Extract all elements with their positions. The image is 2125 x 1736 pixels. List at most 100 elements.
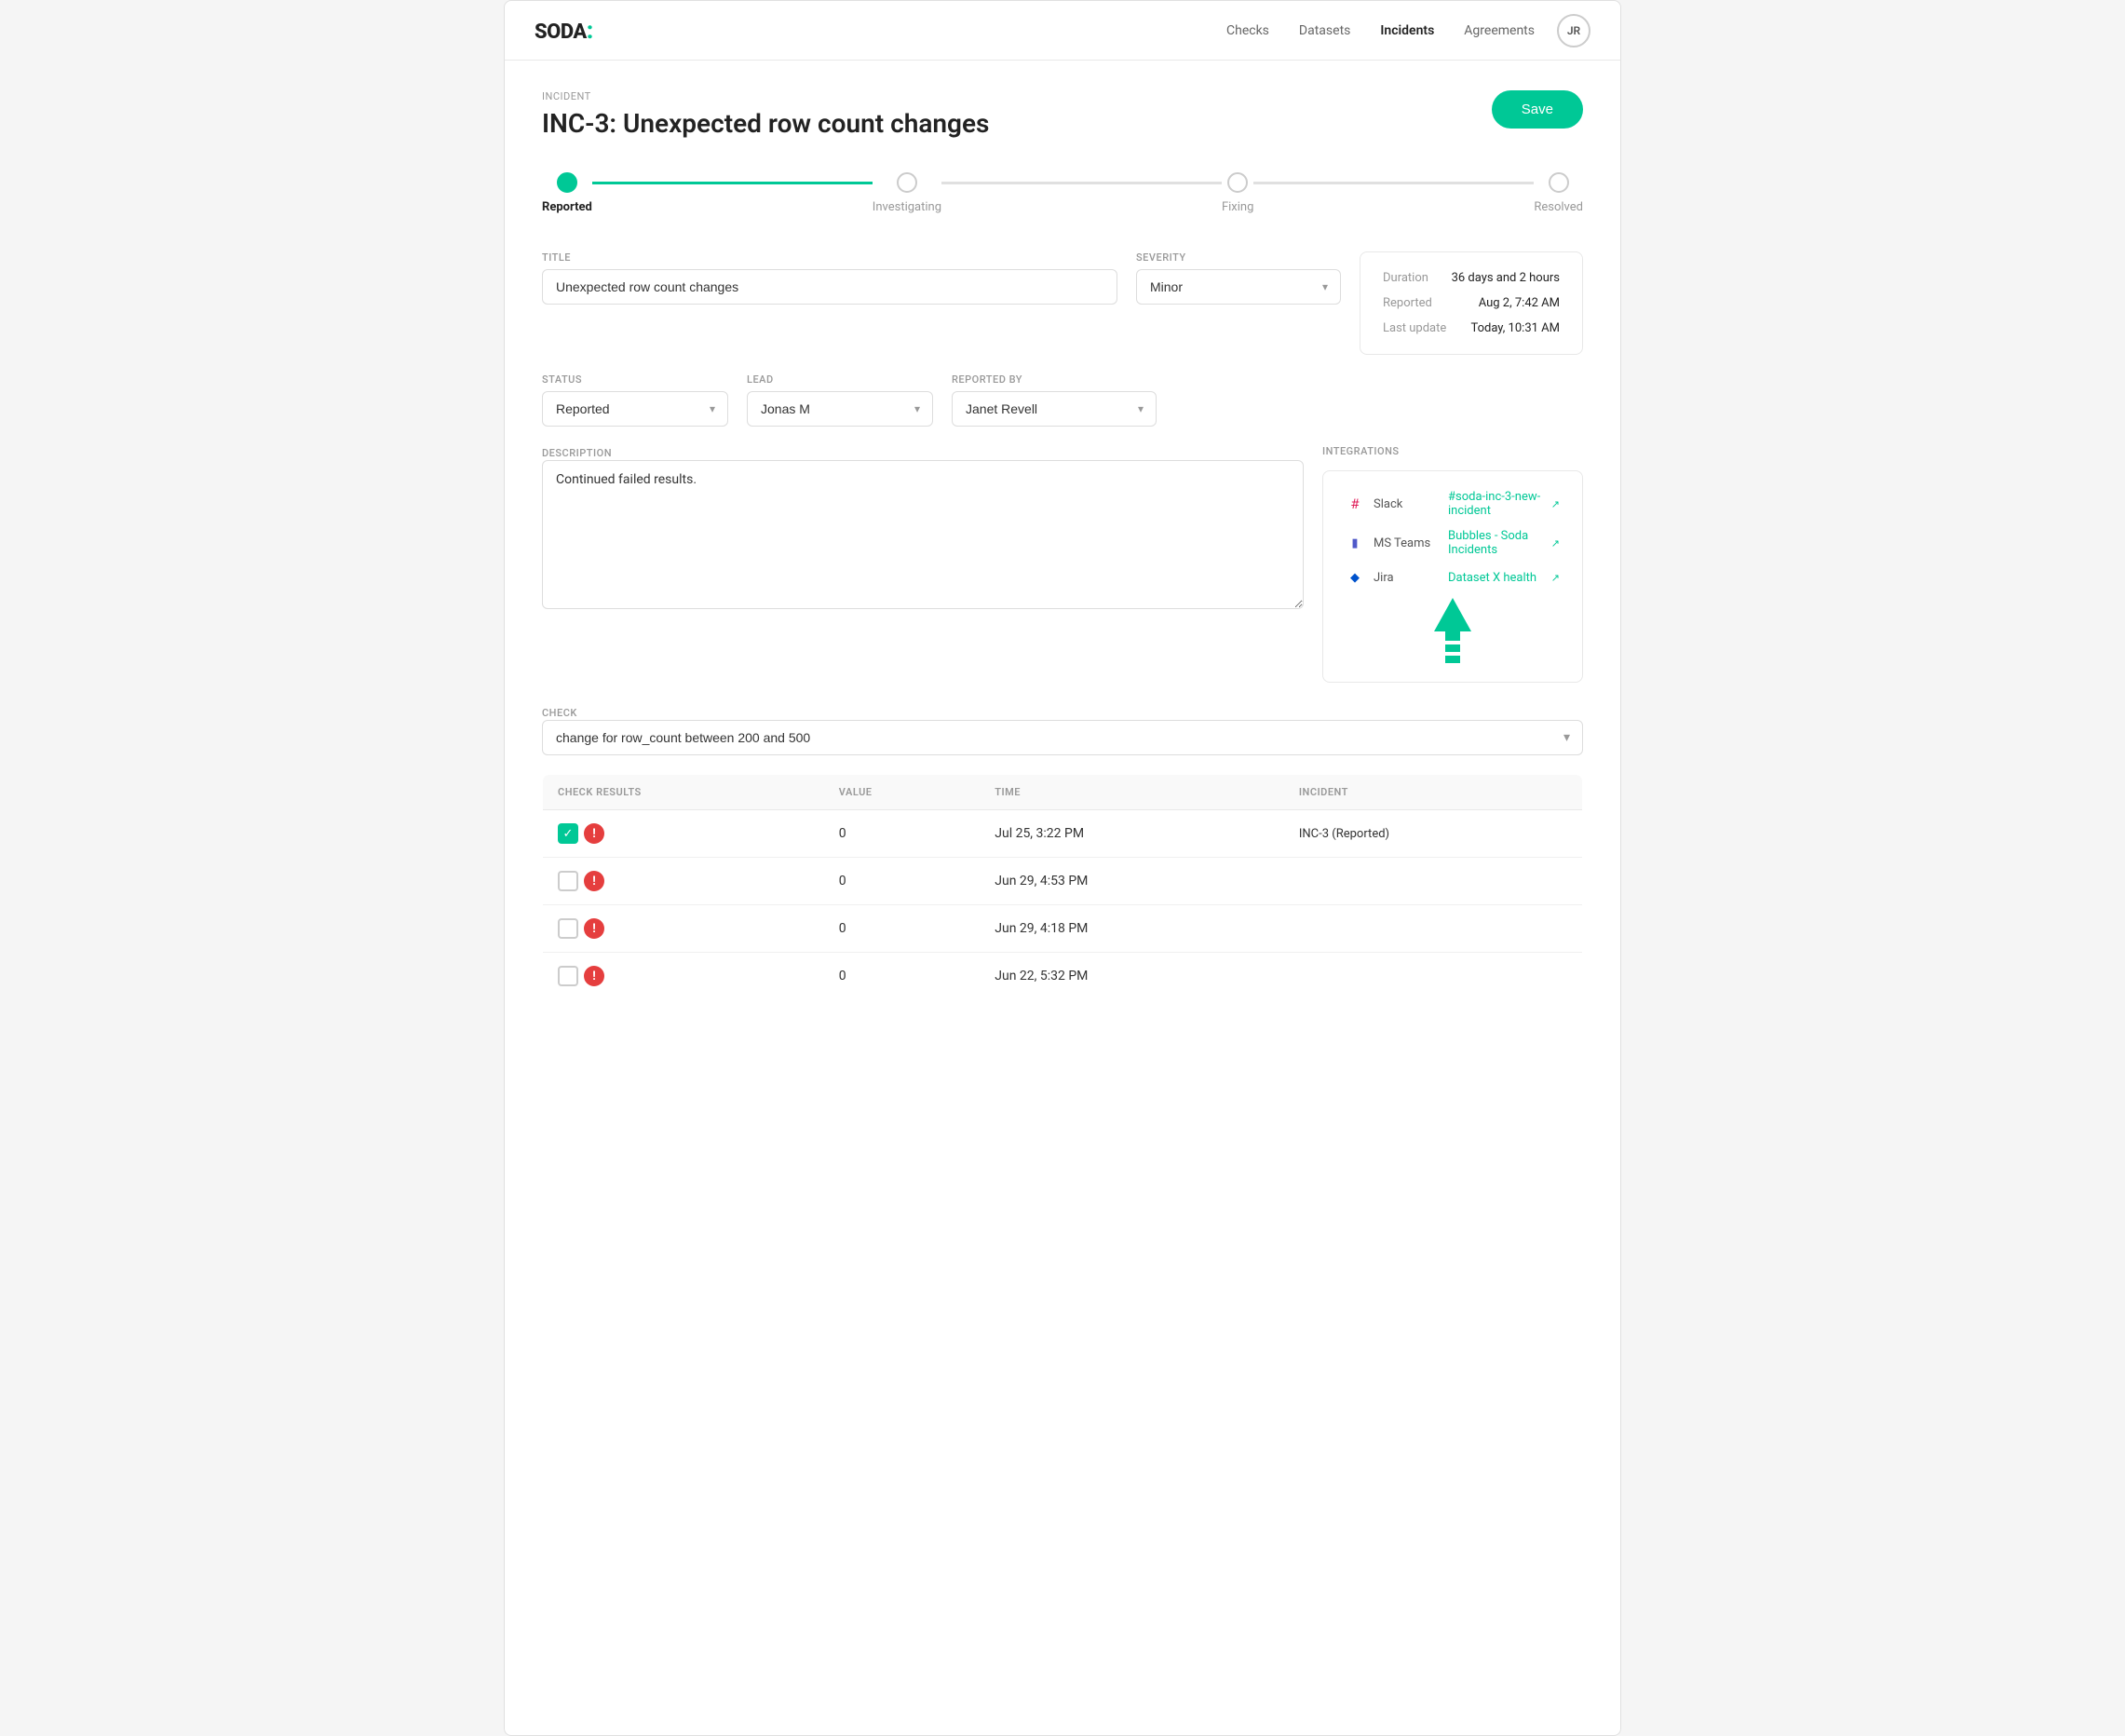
step-resolved[interactable]: Resolved bbox=[1534, 172, 1583, 214]
table-row: ! 0 Jun 22, 5:32 PM bbox=[543, 953, 1583, 1000]
step-label-fixing: Fixing bbox=[1222, 200, 1253, 214]
incident-breadcrumb: INCIDENT bbox=[542, 90, 989, 102]
icons-cell-4: ! bbox=[558, 966, 809, 986]
checkbox-empty-3[interactable] bbox=[558, 918, 578, 939]
arrow-stem-1 bbox=[1445, 631, 1460, 641]
incident-cell-4 bbox=[1284, 953, 1583, 1000]
title-input[interactable] bbox=[542, 269, 1117, 305]
checkbox-checked-1[interactable]: ✓ bbox=[558, 823, 578, 844]
external-link-icon-msteams: ↗ bbox=[1551, 537, 1560, 549]
lead-select[interactable]: Jonas M bbox=[747, 391, 933, 427]
info-reported-label: Reported bbox=[1383, 296, 1432, 310]
check-select-wrapper: change for row_count between 200 and 500 bbox=[542, 720, 1583, 755]
step-circle-resolved bbox=[1549, 172, 1569, 193]
jira-link[interactable]: Dataset X health bbox=[1448, 571, 1542, 585]
description-label: DESCRIPTION bbox=[542, 447, 612, 459]
nav-item-checks[interactable]: Checks bbox=[1226, 23, 1269, 38]
time-cell-4: Jun 22, 5:32 PM bbox=[980, 953, 1284, 1000]
severity-group: SEVERITY Minor Major Critical bbox=[1136, 251, 1341, 305]
nav-links: Checks Datasets Incidents Agreements bbox=[1226, 23, 1535, 38]
check-results-cell-1: ✓ ! bbox=[543, 810, 824, 858]
incident-title: INC-3: Unexpected row count changes bbox=[542, 108, 989, 139]
external-link-icon-slack: ↗ bbox=[1551, 498, 1560, 510]
arrow-stem-2 bbox=[1445, 644, 1460, 652]
integrations-section: INTEGRATIONS # Slack #soda-inc-3-new-inc… bbox=[1322, 445, 1583, 683]
nav-item-incidents[interactable]: Incidents bbox=[1380, 23, 1434, 38]
warning-icon-4: ! bbox=[584, 966, 604, 986]
severity-select[interactable]: Minor Major Critical bbox=[1136, 269, 1341, 305]
incident-header: INCIDENT INC-3: Unexpected row count cha… bbox=[542, 90, 1583, 139]
nav-item-agreements[interactable]: Agreements bbox=[1464, 23, 1535, 38]
save-button[interactable]: Save bbox=[1492, 90, 1583, 129]
col-value: VALUE bbox=[824, 775, 981, 810]
col-incident: INCIDENT bbox=[1284, 775, 1583, 810]
title-label: TITLE bbox=[542, 251, 1117, 264]
title-group: TITLE bbox=[542, 251, 1117, 305]
check-results-cell-3: ! bbox=[543, 905, 824, 953]
navigation: SODA: Checks Datasets Incidents Agreemen… bbox=[505, 1, 1620, 61]
severity-label: SEVERITY bbox=[1136, 251, 1341, 264]
incident-cell-1: INC-3 (Reported) bbox=[1284, 810, 1583, 858]
warning-icon-2: ! bbox=[584, 871, 604, 891]
integration-msteams: ▮ MS Teams Bubbles - Soda Incidents ↗ bbox=[1346, 529, 1560, 557]
lead-select-wrapper: Jonas M bbox=[747, 391, 933, 427]
lead-group: LEAD Jonas M bbox=[747, 373, 933, 427]
integrations-card: # Slack #soda-inc-3-new-incident ↗ ▮ MS … bbox=[1322, 470, 1583, 683]
check-results-cell-2: ! bbox=[543, 858, 824, 905]
step-fixing[interactable]: Fixing bbox=[1222, 172, 1253, 214]
logo-accent: : bbox=[587, 17, 593, 45]
check-results-table: CHECK RESULTS VALUE TIME INCIDENT ✓ ! bbox=[542, 774, 1583, 1000]
step-reported[interactable]: Reported bbox=[542, 172, 592, 214]
slack-link[interactable]: #soda-inc-3-new-incident bbox=[1448, 490, 1542, 518]
col-check-results: CHECK RESULTS bbox=[543, 775, 824, 810]
logo-text: SODA: bbox=[535, 17, 593, 45]
status-select[interactable]: Reported Investigating Fixing Resolved bbox=[542, 391, 728, 427]
last-update-value: Today, 10:31 AM bbox=[1470, 321, 1560, 335]
value-cell-3: 0 bbox=[824, 905, 981, 953]
info-row-reported: Reported Aug 2, 7:42 AM bbox=[1383, 296, 1560, 310]
reported-by-label: REPORTED BY bbox=[952, 373, 1157, 386]
lead-label: LEAD bbox=[747, 373, 933, 386]
step-investigating[interactable]: Investigating bbox=[873, 172, 941, 214]
status-select-wrapper: Reported Investigating Fixing Resolved bbox=[542, 391, 728, 427]
check-label: CHECK bbox=[542, 707, 577, 719]
check-select[interactable]: change for row_count between 200 and 500 bbox=[542, 720, 1583, 755]
table-row: ✓ ! 0 Jul 25, 3:22 PM INC-3 (Reported) bbox=[543, 810, 1583, 858]
integration-slack: # Slack #soda-inc-3-new-incident ↗ bbox=[1346, 490, 1560, 518]
msteams-icon: ▮ bbox=[1346, 534, 1364, 552]
nav-item-datasets[interactable]: Datasets bbox=[1299, 23, 1350, 38]
integrations-label: INTEGRATIONS bbox=[1322, 445, 1583, 457]
description-textarea[interactable]: Continued failed results. bbox=[542, 460, 1304, 609]
msteams-link[interactable]: Bubbles - Soda Incidents bbox=[1448, 529, 1542, 557]
value-cell-1: 0 bbox=[824, 810, 981, 858]
external-link-icon-jira: ↗ bbox=[1551, 572, 1560, 584]
warning-icon-3: ! bbox=[584, 918, 604, 939]
description-integrations-row: DESCRIPTION Continued failed results. IN… bbox=[542, 445, 1583, 683]
step-circle-reported bbox=[557, 172, 577, 193]
duration-label: Duration bbox=[1383, 271, 1428, 285]
step-label-investigating: Investigating bbox=[873, 200, 941, 214]
step-line-2 bbox=[941, 182, 1222, 184]
slack-icon: # bbox=[1346, 495, 1364, 513]
icons-cell-3: ! bbox=[558, 918, 809, 939]
icons-cell-2: ! bbox=[558, 871, 809, 891]
info-card: Duration 36 days and 2 hours Reported Au… bbox=[1360, 251, 1583, 355]
avatar[interactable]: JR bbox=[1557, 14, 1590, 47]
reported-by-group: REPORTED BY Janet Revell bbox=[952, 373, 1157, 427]
table-row: ! 0 Jun 29, 4:53 PM bbox=[543, 858, 1583, 905]
check-results-cell-4: ! bbox=[543, 953, 824, 1000]
jira-name: Jira bbox=[1374, 571, 1439, 585]
step-label-resolved: Resolved bbox=[1534, 200, 1583, 214]
incident-cell-2 bbox=[1284, 858, 1583, 905]
time-cell-3: Jun 29, 4:18 PM bbox=[980, 905, 1284, 953]
jira-icon: ◆ bbox=[1346, 568, 1364, 587]
status-label: STATUS bbox=[542, 373, 728, 386]
progress-steps: Reported Investigating Fixing Resolved bbox=[542, 172, 1583, 214]
slack-name: Slack bbox=[1374, 497, 1439, 511]
checkbox-empty-4[interactable] bbox=[558, 966, 578, 986]
warning-icon-1: ! bbox=[584, 823, 604, 844]
checkbox-empty-2[interactable] bbox=[558, 871, 578, 891]
status-group: STATUS Reported Investigating Fixing Res… bbox=[542, 373, 728, 427]
reported-by-select[interactable]: Janet Revell bbox=[952, 391, 1157, 427]
incident-badge-1: INC-3 (Reported) bbox=[1299, 827, 1389, 841]
